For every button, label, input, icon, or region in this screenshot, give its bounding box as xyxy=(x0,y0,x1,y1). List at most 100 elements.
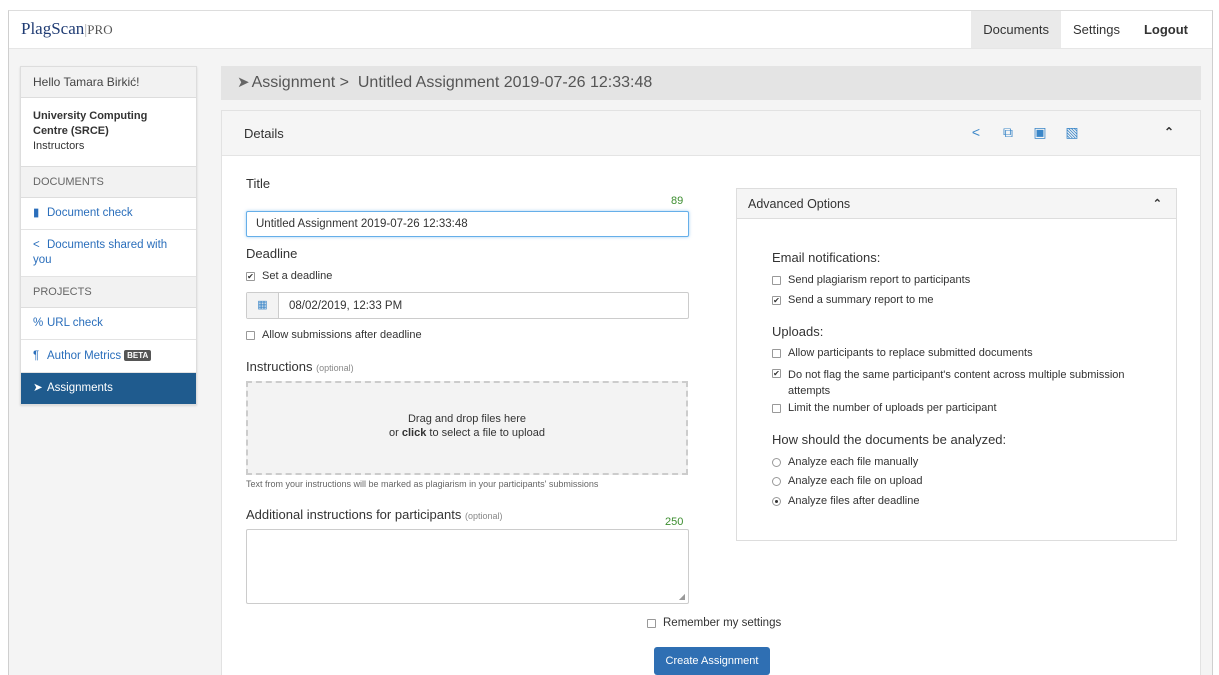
logo-tier: PRO xyxy=(87,22,113,37)
radio-label: Analyze each file manually xyxy=(788,456,919,468)
sidebar-item-documents-shared[interactable]: < Documents shared with you xyxy=(21,230,196,277)
dropzone-line1: Drag and drop files here xyxy=(407,413,526,425)
breadcrumb: ➤ Assignment > Untitled Assignment 2019-0… xyxy=(221,66,1201,100)
analyze-upload-radio[interactable]: Analyze each file on upload xyxy=(772,475,923,487)
sidebar-item-label: URL check xyxy=(47,317,103,329)
checkbox-unchecked xyxy=(772,276,781,285)
no-flag-checkbox[interactable]: ✔ Do not flag the same participant's cont… xyxy=(772,367,1152,399)
user-role: Instructors xyxy=(33,140,85,152)
additional-label-text: Additional instructions for participants xyxy=(246,507,462,522)
instructions-hint: Text from your instructions will be mark… xyxy=(246,479,599,489)
set-deadline-checkbox[interactable]: ✔ Set a deadline xyxy=(246,270,332,282)
trash-icon[interactable]: ▧ xyxy=(1064,124,1080,141)
limit-uploads-checkbox[interactable]: Limit the number of uploads per particip… xyxy=(772,402,997,414)
checkbox-checked: ✔ xyxy=(772,369,781,378)
advanced-options-title: Advanced Options xyxy=(748,197,851,211)
deadline-input[interactable]: ▦ 08/02/2019, 12:33 PM xyxy=(246,292,689,319)
chevron-up-icon[interactable]: ⌃ xyxy=(1153,197,1162,210)
remember-settings-checkbox[interactable]: Remember my settings xyxy=(647,617,781,629)
deadline-value: 08/02/2019, 12:33 PM xyxy=(289,299,403,312)
checkbox-unchecked xyxy=(772,404,781,413)
checkbox-label: Limit the number of uploads per particip… xyxy=(788,402,997,414)
analyze-manual-radio[interactable]: Analyze each file manually xyxy=(772,456,918,468)
send-summary-checkbox[interactable]: ✔ Send a summary report to me xyxy=(772,294,934,306)
sidebar-item-label: Documents shared with you xyxy=(33,239,168,266)
resize-handle-icon[interactable]: ◢ xyxy=(679,592,685,601)
section-projects: PROJECTS xyxy=(21,277,196,308)
calendar-icon: ▦ xyxy=(247,293,279,318)
advanced-options-panel: Advanced Options ⌃ Email notifications: … xyxy=(736,188,1177,541)
checkbox-checked: ✔ xyxy=(772,296,781,305)
checkbox-label: Allow participants to replace submitted … xyxy=(788,347,1033,359)
additional-instructions-textarea[interactable]: ◢ xyxy=(246,529,689,604)
section-documents: DOCUMENTS xyxy=(21,167,196,198)
sidebar-item-assignments[interactable]: ➤ Assignments xyxy=(21,373,196,404)
checkbox-label: Remember my settings xyxy=(663,617,782,629)
radio-off xyxy=(772,458,781,467)
analyze-heading: How should the documents be analyzed: xyxy=(772,432,1007,447)
sidebar-item-label: Author Metrics xyxy=(47,350,122,362)
title-input[interactable]: Untitled Assignment 2019-07-26 12:33:48 xyxy=(246,211,689,237)
nav-documents[interactable]: Documents xyxy=(971,11,1061,48)
checkbox-unchecked xyxy=(246,331,255,340)
additional-instructions-label: Additional instructions for participants… xyxy=(246,507,503,522)
radio-label: Analyze files after deadline xyxy=(788,495,920,507)
instructions-label: Instructions (optional) xyxy=(246,359,354,374)
app-window: PlagScan|PRO Documents Settings Logout H… xyxy=(8,10,1213,675)
top-nav: Documents Settings Logout xyxy=(971,11,1212,48)
send-plagiarism-report-checkbox[interactable]: Send plagiarism report to participants xyxy=(772,274,970,286)
checkbox-label: Do not flag the same participant's conte… xyxy=(788,369,1125,397)
file-icon: ▮ xyxy=(33,207,40,219)
paragraph-icon: ¶ xyxy=(33,350,40,362)
sidebar-item-label: Document check xyxy=(47,207,133,219)
chevron-up-icon[interactable]: ⌃ xyxy=(1164,125,1174,139)
nav-logout[interactable]: Logout xyxy=(1132,11,1212,48)
email-heading: Email notifications: xyxy=(772,250,881,265)
uploads-heading: Uploads: xyxy=(772,324,824,339)
share-icon: < xyxy=(33,239,40,251)
sidebar-item-url-check[interactable]: % URL check xyxy=(21,308,196,340)
send-icon: ➤ xyxy=(33,382,43,394)
allow-after-deadline-checkbox[interactable]: Allow submissions after deadline xyxy=(246,329,422,341)
sidebar: Hello Tamara Birkić! University Computin… xyxy=(20,66,197,405)
breadcrumb-root[interactable]: Assignment > xyxy=(252,74,349,91)
optional-tag: (optional) xyxy=(316,363,354,373)
beta-badge: BETA xyxy=(124,350,152,361)
plagscan-logo[interactable]: PlagScan|PRO xyxy=(21,19,113,39)
nav-settings[interactable]: Settings xyxy=(1061,11,1132,48)
panel-actions: < ⧉ ▣ ▧ xyxy=(968,124,1080,141)
details-panel: Details < ⧉ ▣ ▧ ⌃ Title 89 Untitled Assi… xyxy=(221,110,1201,675)
greeting: Hello Tamara Birkić! xyxy=(21,67,196,98)
dropzone-rest: to select a file to upload xyxy=(429,427,545,439)
checkbox-label: Send a summary report to me xyxy=(788,294,934,306)
dropzone-or: or xyxy=(389,427,399,439)
radio-on xyxy=(772,497,781,506)
panel-title: Details xyxy=(244,126,284,141)
link-icon: % xyxy=(33,317,44,329)
copy-icon[interactable]: ⧉ xyxy=(1000,124,1016,141)
instructions-label-text: Instructions xyxy=(246,359,313,374)
sidebar-item-document-check[interactable]: ▮ Document check xyxy=(21,198,196,230)
optional-tag: (optional) xyxy=(464,511,503,521)
radio-off xyxy=(772,477,781,486)
analyze-deadline-radio[interactable]: Analyze files after deadline xyxy=(772,495,919,507)
additional-char-count: 250 xyxy=(665,516,684,528)
breadcrumb-title: Untitled Assignment 2019-07-26 12:33:48 xyxy=(357,74,653,91)
dropzone-click[interactable]: click xyxy=(402,427,426,439)
sidebar-item-author-metrics[interactable]: ¶ Author Metrics BETA xyxy=(21,340,196,373)
create-assignment-button[interactable]: Create Assignment xyxy=(654,647,770,675)
checkbox-unchecked xyxy=(647,619,656,628)
allow-replace-checkbox[interactable]: Allow participants to replace submitted … xyxy=(772,347,1033,359)
checkbox-label: Set a deadline xyxy=(262,270,333,282)
title-char-count: 89 xyxy=(671,195,684,207)
sidebar-item-label: Assignments xyxy=(47,382,113,394)
advanced-options-header[interactable]: Advanced Options ⌃ xyxy=(737,189,1176,219)
checkbox-label: Allow submissions after deadline xyxy=(262,329,422,341)
radio-label: Analyze each file on upload xyxy=(788,475,923,487)
file-dropzone[interactable]: Drag and drop files here or click to sel… xyxy=(246,381,688,475)
checkbox-label: Send plagiarism report to participants xyxy=(788,274,971,286)
panel-header: Details < ⧉ ▣ ▧ ⌃ xyxy=(222,111,1200,156)
share-icon[interactable]: < xyxy=(968,124,984,141)
archive-icon[interactable]: ▣ xyxy=(1032,124,1048,141)
checkbox-unchecked xyxy=(772,349,781,358)
